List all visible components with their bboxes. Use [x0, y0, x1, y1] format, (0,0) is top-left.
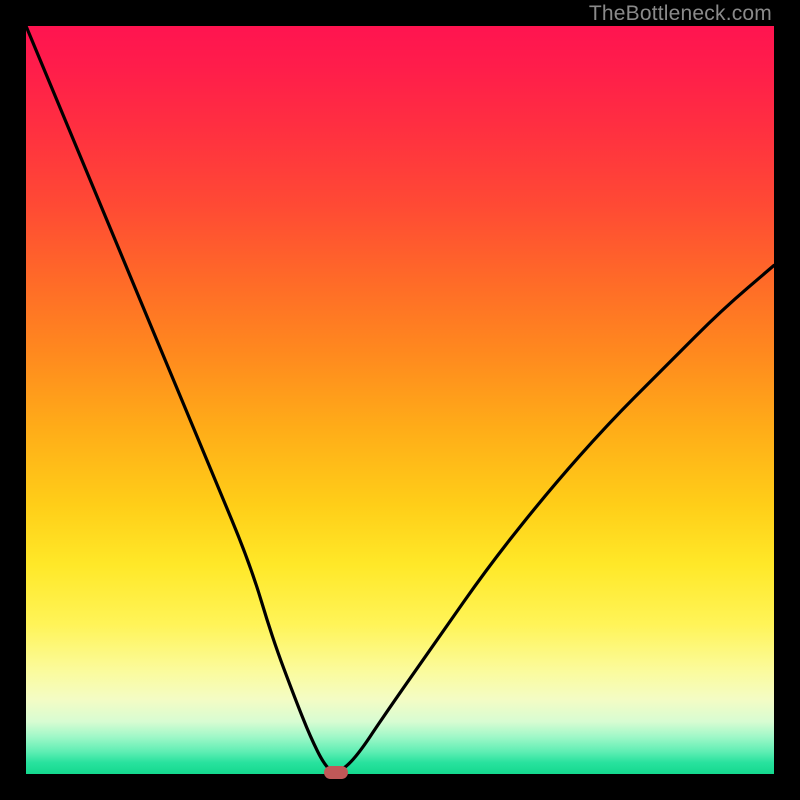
curve-path	[26, 26, 774, 772]
watermark-text: TheBottleneck.com	[589, 2, 772, 26]
optimum-marker	[324, 766, 348, 779]
chart-frame: TheBottleneck.com	[0, 0, 800, 800]
plot-area	[26, 26, 774, 774]
bottleneck-curve	[26, 26, 774, 774]
